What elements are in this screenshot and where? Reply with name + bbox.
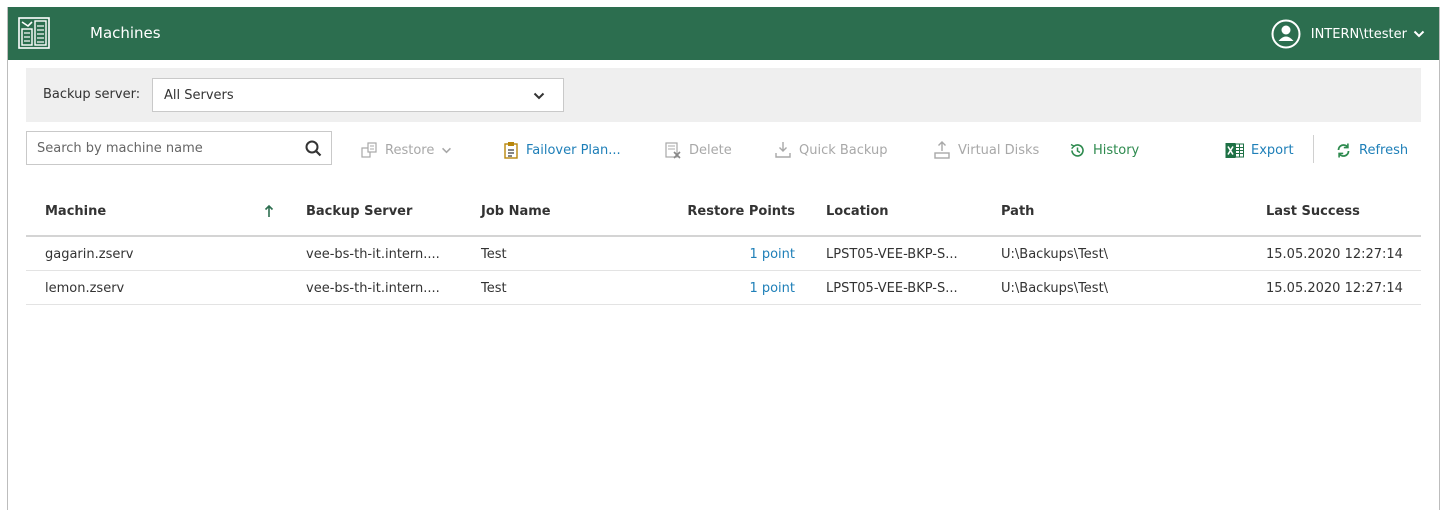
refresh-icon [1337,143,1350,157]
search-input[interactable] [27,132,297,164]
app-window: Machines INTERN\ttester Backup server: A… [7,7,1440,510]
history-label: History [1093,142,1140,158]
column-header-restore-points[interactable]: Restore Points [687,204,795,219]
virtual-disks-label: Virtual Disks [958,142,1040,158]
column-header-machine[interactable]: Machine [45,204,106,219]
search-icon[interactable] [305,140,322,157]
refresh-label: Refresh [1359,142,1409,158]
cell-last-success: 15.05.2020 12:27:14 [1266,247,1403,262]
virtual-disks-icon [934,141,950,159]
delete-button[interactable]: Delete [664,140,732,160]
table-row[interactable]: gagarin.zserv vee-bs-th-it.intern.... Te… [26,237,1421,271]
refresh-button[interactable]: Refresh [1335,140,1408,160]
column-header-backup-server[interactable]: Backup Server [306,204,412,219]
quick-backup-label: Quick Backup [799,142,888,158]
failover-plan-label: Failover Plan... [526,142,621,158]
cell-backup-server: vee-bs-th-it.intern.... [306,281,440,296]
user-name: INTERN\ttester [1310,26,1407,42]
backup-server-select[interactable]: All Servers [152,78,564,112]
backup-server-label: Backup server: [43,87,141,102]
failover-plan-button[interactable]: Failover Plan... [503,140,621,160]
column-header-job-name[interactable]: Job Name [481,204,551,219]
cell-backup-server: vee-bs-th-it.intern.... [306,247,440,262]
cell-machine: lemon.zserv [45,281,125,296]
chevron-down-icon [533,92,545,100]
cell-restore-points-link[interactable]: 1 point [749,247,795,262]
cell-path: U:\Backups\Test\ [1001,247,1109,262]
table-row[interactable]: lemon.zserv vee-bs-th-it.intern.... Test… [26,271,1421,305]
history-button[interactable]: History [1069,140,1139,160]
virtual-disks-button[interactable]: Virtual Disks [933,140,1039,160]
column-header-location[interactable]: Location [826,204,889,219]
column-header-last-success[interactable]: Last Success [1266,204,1360,219]
quick-backup-icon [775,142,791,158]
export-button[interactable]: Export [1225,140,1294,160]
restore-icon [361,142,377,158]
delete-label: Delete [689,142,732,158]
restore-button[interactable]: Restore [360,140,452,160]
excel-icon [1225,142,1244,158]
restore-label: Restore [385,142,435,158]
sort-ascending-icon[interactable] [264,204,274,218]
backup-server-filter-bar: Backup server: All Servers [26,68,1421,122]
cell-last-success: 15.05.2020 12:27:14 [1266,281,1403,296]
page-title: Machines [90,24,161,42]
machines-table: Machine Backup Server Job Name Restore P… [26,190,1421,305]
toolbar-divider [1313,135,1314,163]
chevron-down-icon [1413,30,1425,38]
cell-location: LPST05-VEE-BKP-S... [826,281,958,296]
cell-job-name: Test [481,281,507,296]
app-logo-icon [18,17,50,49]
history-icon [1070,143,1084,157]
chevron-down-icon [442,147,452,153]
app-header: Machines INTERN\ttester [8,7,1439,60]
quick-backup-button[interactable]: Quick Backup [774,140,888,160]
cell-job-name: Test [481,247,507,262]
column-header-path[interactable]: Path [1001,204,1034,219]
machine-search-box [26,131,332,165]
backup-server-selected-value: All Servers [164,88,234,103]
cell-machine: gagarin.zserv [45,247,134,262]
cell-location: LPST05-VEE-BKP-S... [826,247,958,262]
cell-path: U:\Backups\Test\ [1001,281,1109,296]
table-header: Machine Backup Server Job Name Restore P… [26,190,1421,237]
delete-icon [665,142,681,159]
clipboard-icon [504,142,518,159]
export-label: Export [1251,142,1294,158]
cell-restore-points-link[interactable]: 1 point [749,281,795,296]
user-menu[interactable]: INTERN\ttester [1271,18,1425,50]
user-avatar-icon [1271,19,1301,49]
